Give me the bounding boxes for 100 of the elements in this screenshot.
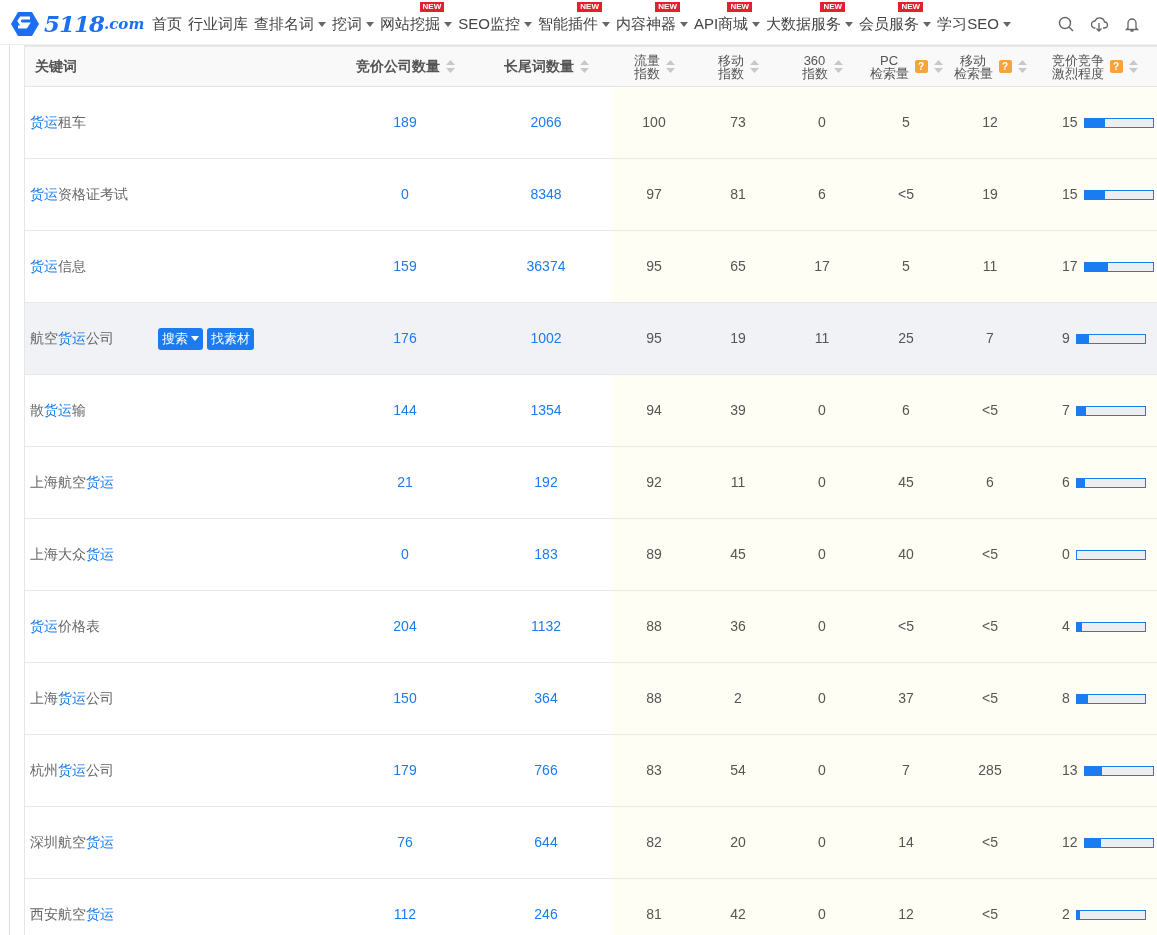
count-link[interactable]: 176 xyxy=(393,328,417,349)
count-link[interactable]: 150 xyxy=(393,688,417,709)
nav-menu-item[interactable]: 行业词库 xyxy=(188,12,255,36)
nav-menu-item[interactable]: 首页 xyxy=(152,12,189,36)
bell-icon[interactable] xyxy=(1124,15,1141,33)
nav-menu-item[interactable]: 智能插件 xyxy=(537,12,616,36)
table-cell-text: 2 xyxy=(1062,905,1070,924)
count-link[interactable]: 144 xyxy=(393,400,417,421)
sort-icon[interactable] xyxy=(579,60,589,73)
nav-menu-item[interactable]: 内容神器 xyxy=(615,12,694,36)
count-link[interactable]: 364 xyxy=(534,688,558,709)
count-link[interactable]: 204 xyxy=(393,616,417,637)
column-header[interactable]: 长尾词数量 xyxy=(503,60,574,73)
keyword-link[interactable]: 上海货运公司 xyxy=(30,688,148,709)
table-cell-text: 4 xyxy=(1062,617,1070,636)
logo-text[interactable]: 5118 xyxy=(44,6,104,42)
count-link[interactable]: 179 xyxy=(393,760,417,781)
sort-icon[interactable] xyxy=(1128,60,1138,73)
table-cell-text: <5 xyxy=(982,833,998,852)
nav-menu-item[interactable]: API商城 xyxy=(693,12,767,36)
sort-icon[interactable] xyxy=(749,60,759,73)
nav-menu-item[interactable]: 查排名词 xyxy=(254,12,333,36)
keyword-link[interactable]: 杭州货运公司 xyxy=(30,760,148,781)
nav-menu-item[interactable]: 会员服务 xyxy=(859,12,938,36)
keyword-link[interactable]: 深圳航空货运 xyxy=(30,832,148,853)
count-link[interactable]: 21 xyxy=(397,472,413,493)
table-cell-text: <5 xyxy=(898,617,914,636)
count-link[interactable]: 1002 xyxy=(530,328,562,349)
count-link[interactable]: 36374 xyxy=(526,256,566,277)
table-cell-text: 12 xyxy=(982,113,998,132)
table-cell-text: <5 xyxy=(982,689,998,708)
nav-menu-item[interactable]: 学习SEO xyxy=(937,12,1017,36)
count-link[interactable]: 159 xyxy=(393,256,417,277)
keyword-link[interactable]: 货运租车 xyxy=(30,112,148,133)
table-cell-text: 11 xyxy=(814,329,830,348)
cloud-download-icon[interactable] xyxy=(1091,15,1108,33)
keyword-link[interactable]: 上海航空货运 xyxy=(30,472,148,493)
competition-bar xyxy=(1075,621,1146,632)
sort-icon[interactable] xyxy=(933,60,943,73)
new-badge: NEW xyxy=(820,1,846,12)
table-cell-text: 285 xyxy=(978,761,1002,780)
table-cell-text: 0 xyxy=(818,401,826,420)
table-cell-text: 0 xyxy=(818,545,826,564)
count-link[interactable]: 2066 xyxy=(530,112,562,133)
table-cell-text: 88 xyxy=(646,689,662,708)
keyword-link[interactable]: 西安航空货运 xyxy=(30,904,148,925)
count-link[interactable]: 76 xyxy=(397,832,413,853)
count-link[interactable]: 112 xyxy=(393,904,417,925)
competition-bar xyxy=(1075,477,1146,488)
table-cell-text: 0 xyxy=(818,113,826,132)
table-cell-text: 5 xyxy=(902,113,910,132)
column-header[interactable]: 360 指数 xyxy=(801,53,828,80)
table-cell-text: 65 xyxy=(730,257,746,276)
nav-menu-item[interactable]: 网站挖掘 xyxy=(380,12,459,36)
count-link[interactable]: 246 xyxy=(534,904,558,925)
table-cell-text: 17 xyxy=(814,257,830,276)
search-icon[interactable] xyxy=(1058,15,1075,33)
table-cell-text: 89 xyxy=(646,545,662,564)
column-header[interactable]: 竞价公司数量 xyxy=(355,60,440,73)
column-header[interactable]: 移动 指数 xyxy=(717,53,744,80)
count-link[interactable]: 8348 xyxy=(530,184,562,205)
table-cell-text: 88 xyxy=(646,617,662,636)
table-cell-text: 83 xyxy=(646,761,662,780)
sort-icon[interactable] xyxy=(833,60,843,73)
column-header[interactable]: 流量 指数 xyxy=(633,53,660,80)
logo-domain[interactable]: .com xyxy=(104,12,145,36)
sort-icon[interactable] xyxy=(1017,60,1027,73)
table-cell-text: 97 xyxy=(646,185,662,204)
keyword-link[interactable]: 航空货运公司 xyxy=(30,328,148,349)
keyword-link[interactable]: 散货运输 xyxy=(30,400,148,421)
table-cell-text: <5 xyxy=(982,617,998,636)
find-material-button[interactable]: 找素材 xyxy=(207,327,254,350)
keyword-link[interactable]: 货运价格表 xyxy=(30,616,148,637)
nav-menu-item[interactable]: 挖词 xyxy=(332,12,381,36)
count-link[interactable]: 1132 xyxy=(530,616,562,637)
count-link[interactable]: 0 xyxy=(401,184,409,205)
table-cell-text: 17 xyxy=(1062,257,1078,276)
nav-menu-item[interactable]: SEO监控 xyxy=(458,12,538,36)
column-header[interactable]: PC 检索量 xyxy=(869,53,909,80)
table-cell-text: 40 xyxy=(898,545,914,564)
column-header[interactable]: 移动 检索量 xyxy=(953,53,993,80)
count-link[interactable]: 766 xyxy=(534,760,558,781)
keyword-link[interactable]: 货运信息 xyxy=(30,256,148,277)
search-dropdown-button[interactable]: 搜索 xyxy=(158,327,203,350)
count-link[interactable]: 644 xyxy=(534,832,558,853)
column-header[interactable]: 竞价竞争 激烈程度 xyxy=(1051,53,1104,80)
count-link[interactable]: 192 xyxy=(534,472,558,493)
count-link[interactable]: 183 xyxy=(534,544,558,565)
sort-icon[interactable] xyxy=(445,60,455,73)
table-cell-text: 12 xyxy=(898,905,914,924)
column-header: 关键词 xyxy=(35,60,77,73)
keyword-link[interactable]: 货运资格证考试 xyxy=(30,184,148,205)
nav-menu-item[interactable]: 大数据服务 xyxy=(766,12,860,36)
keyword-link[interactable]: 上海大众货运 xyxy=(30,544,148,565)
count-link[interactable]: 189 xyxy=(393,112,417,133)
table-cell-text: 25 xyxy=(898,329,914,348)
count-link[interactable]: 1354 xyxy=(530,400,562,421)
sort-icon[interactable] xyxy=(665,60,675,73)
count-link[interactable]: 0 xyxy=(401,544,409,565)
logo-icon xyxy=(10,11,40,37)
